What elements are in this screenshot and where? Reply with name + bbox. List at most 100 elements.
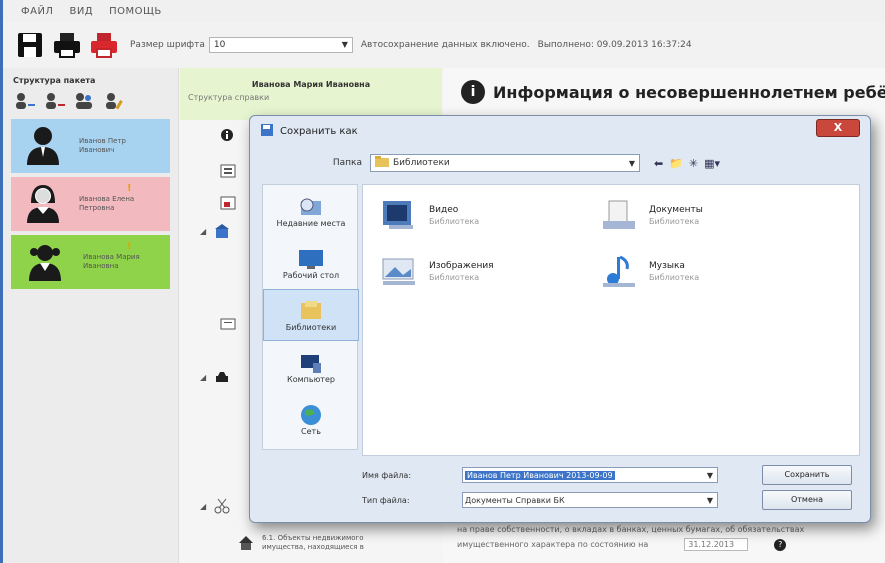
person-name: Иванова Мария Ивановна xyxy=(83,253,140,270)
person-actions xyxy=(3,91,178,111)
recent-places-icon xyxy=(300,198,321,215)
package-structure-panel: Структура пакета Иванов Петр Иванович Ив… xyxy=(3,68,179,563)
vehicle-icon xyxy=(216,372,229,382)
places-bar: Недавние места Рабочий стол Библиотеки К… xyxy=(262,184,359,450)
save-dialog-icon xyxy=(260,123,274,140)
place-label: Рабочий стол xyxy=(282,270,340,280)
folder-icon xyxy=(375,156,389,170)
print-preview-icon[interactable] xyxy=(89,30,119,60)
property-description: на праве собственности, о вкладах в банк… xyxy=(457,524,885,551)
library-name: Музыка xyxy=(649,260,685,271)
date-row: имущественного характера по состоянию на… xyxy=(457,538,885,551)
library-documents[interactable]: Документы Библиотека xyxy=(599,197,703,233)
certificate-structure-label: Структура справки xyxy=(188,93,270,102)
selected-person-name: Иванова Мария Ивановна xyxy=(251,80,371,89)
place-recent[interactable]: Недавние места xyxy=(263,185,359,237)
remove-person-icon[interactable] xyxy=(43,91,67,111)
child-avatar-icon xyxy=(25,241,65,284)
place-libraries[interactable]: Библиотеки xyxy=(263,289,359,341)
add-person-icon[interactable] xyxy=(13,91,37,111)
folder-value: Библиотеки xyxy=(393,158,450,168)
add-family-icon[interactable] xyxy=(73,91,97,111)
building-icon xyxy=(215,224,230,238)
library-type: Библиотека xyxy=(649,216,700,226)
network-icon xyxy=(301,404,321,425)
filename-row: Имя файла: Иванов Петр Иванович 2013-09-… xyxy=(362,467,718,483)
filetype-row: Тип файла: Документы Справки БК ▼ xyxy=(362,492,718,508)
person-item-father[interactable]: Иванов Петр Иванович xyxy=(11,119,170,173)
font-size-select[interactable]: 10 ▼ xyxy=(208,37,353,53)
person-name: Иванова Елена Петровна xyxy=(79,195,135,212)
person-item-child[interactable]: Иванова Мария Ивановна ! xyxy=(11,235,170,289)
library-name: Изображения xyxy=(429,260,494,271)
place-computer[interactable]: Компьютер xyxy=(263,341,359,393)
close-button[interactable]: X xyxy=(816,119,860,137)
library-music[interactable]: Музыка Библиотека xyxy=(599,253,699,289)
expand-arrow-icon: ◢ xyxy=(200,372,207,382)
music-library-icon xyxy=(603,255,635,287)
chevron-down-icon: ▼ xyxy=(706,470,713,480)
dialog-title: Сохранить как xyxy=(280,125,358,137)
warning-icon: ! xyxy=(127,183,132,194)
new-folder-icon[interactable]: ✳ xyxy=(689,157,698,170)
filetype-value: Документы Справки БК xyxy=(465,495,565,505)
female-avatar-icon xyxy=(25,183,61,226)
autosave-status: Автосохранение данных включено. xyxy=(360,40,530,50)
completed-status: Выполнено: 09.09.2013 16:37:24 xyxy=(537,40,692,50)
save-icon[interactable] xyxy=(15,30,45,60)
folder-select[interactable]: Библиотеки ▼ xyxy=(370,154,640,172)
place-label: Компьютер xyxy=(287,374,335,384)
save-button[interactable]: Сохранить xyxy=(762,465,852,485)
tree-item-label: 6.1. Объекты недвижимого имущества, нахо… xyxy=(262,534,364,551)
place-label: Библиотеки xyxy=(285,322,337,332)
library-type: Библиотека xyxy=(649,272,700,282)
filetype-select[interactable]: Документы Справки БК ▼ xyxy=(462,492,718,508)
package-structure-title: Структура пакета xyxy=(13,76,96,85)
menu-help[interactable]: ПОМОЩЬ xyxy=(109,6,162,17)
edit-person-icon[interactable] xyxy=(103,91,127,111)
print-icon[interactable] xyxy=(52,30,82,60)
save-as-dialog: Сохранить как X Папка Библиотеки ▼ ⬅ 📁 ✳… xyxy=(249,115,871,523)
bank-icon xyxy=(220,318,236,330)
video-library-icon xyxy=(383,201,413,229)
document-icon xyxy=(220,164,236,178)
folder-label: Папка xyxy=(332,158,362,168)
library-type: Библиотека xyxy=(429,216,480,226)
help-icon[interactable]: ? xyxy=(774,538,787,551)
person-item-mother[interactable]: Иванова Елена Петровна ! xyxy=(11,177,170,231)
font-size-label: Размер шрифта xyxy=(130,40,205,50)
chevron-down-icon: ▼ xyxy=(706,495,713,505)
place-desktop[interactable]: Рабочий стол xyxy=(263,237,359,289)
back-icon[interactable]: ⬅ xyxy=(654,157,663,170)
menu-view[interactable]: ВИД xyxy=(69,6,93,17)
up-folder-icon[interactable]: 📁 xyxy=(669,157,683,170)
library-pictures[interactable]: Изображения Библиотека xyxy=(379,253,494,289)
filename-input[interactable]: Иванов Петр Иванович 2013-09-09 ▼ xyxy=(462,467,718,483)
warning-icon: ! xyxy=(127,241,132,252)
menu-file[interactable]: ФАЙЛ xyxy=(21,6,53,17)
male-avatar-icon xyxy=(25,125,61,168)
chevron-down-icon: ▼ xyxy=(628,158,635,168)
report-icon xyxy=(220,196,236,210)
page-title-text: Информация о несовершеннолетнем ребёнке xyxy=(493,82,885,102)
date-input[interactable]: 31.12.2013 xyxy=(684,538,749,551)
info-icon: i xyxy=(461,80,485,104)
expand-arrow-icon: ◢ xyxy=(200,501,207,511)
nav-icons: ⬅ 📁 ✳ ▦▾ xyxy=(654,157,720,170)
file-list: Видео Библиотека Документы Библиотека Изоб… xyxy=(362,184,860,456)
library-video[interactable]: Видео Библиотека xyxy=(379,197,479,233)
computer-icon xyxy=(301,354,321,373)
house-icon xyxy=(239,536,253,550)
place-label: Сеть xyxy=(301,426,321,436)
view-menu-icon[interactable]: ▦▾ xyxy=(704,157,720,170)
libraries-icon xyxy=(301,300,321,319)
menu-bar: ФАЙЛ ВИД ПОМОЩЬ xyxy=(3,0,885,22)
filetype-label: Тип файла: xyxy=(362,495,410,505)
pictures-library-icon xyxy=(382,258,415,285)
place-label: Недавние места xyxy=(276,218,346,228)
person-header: Иванова Мария Ивановна Структура справки xyxy=(180,68,442,120)
chevron-down-icon: ▼ xyxy=(341,40,348,49)
cancel-button[interactable]: Отмена xyxy=(762,490,852,510)
place-network[interactable]: Сеть xyxy=(263,393,359,445)
expand-arrow-icon: ◢ xyxy=(200,226,207,236)
